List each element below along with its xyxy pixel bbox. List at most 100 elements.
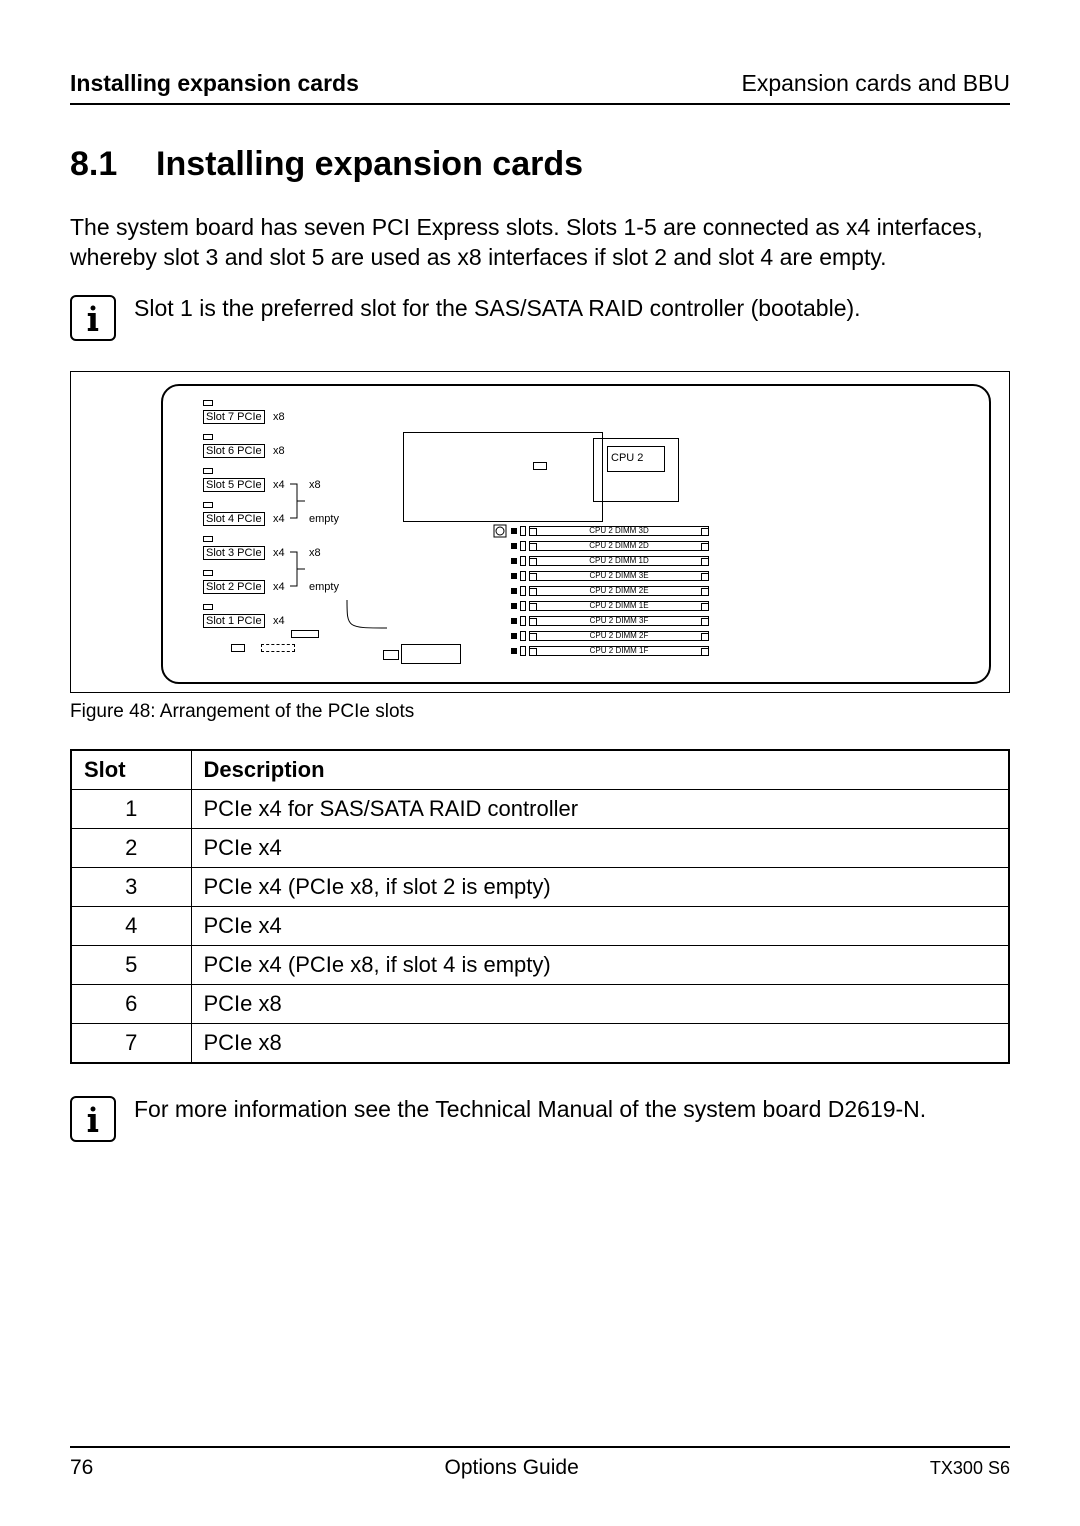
cell-desc: PCIe x8 [191,984,1009,1023]
footer-center: Options Guide [445,1456,579,1480]
figure-frame: Slot 7 PCIe x8 Slot 6 PCIe x8 Slot 5 PCI… [70,371,1010,693]
footer-right: TX300 S6 [930,1458,1010,1479]
conn-rect-2 [231,644,245,652]
page-footer: 76 Options Guide TX300 S6 [70,1446,1010,1480]
slot6-key [203,434,213,440]
header-left: Installing expansion cards [70,70,359,97]
intro-paragraph: The system board has seven PCI Express s… [70,212,1010,273]
dimm-led [511,648,517,654]
cell-slot: 6 [71,984,191,1023]
cell-slot: 2 [71,828,191,867]
dimm-row: CPU 2 DIMM 2E [511,586,709,596]
slot3-anno: x8 [309,547,321,559]
dimm-slot: CPU 2 DIMM 2D [529,541,709,551]
cpu2-label: CPU 2 [611,452,643,464]
dimm-led [511,633,517,639]
dimm-tab [520,541,526,551]
dimm-row: CPU 2 DIMM 3F [511,616,709,626]
conn-rect-3 [261,644,295,652]
board-outline: Slot 7 PCIe x8 Slot 6 PCIe x8 Slot 5 PCI… [161,384,991,684]
table-row: 1PCIe x4 for SAS/SATA RAID controller [71,789,1009,828]
dimm-tab [520,616,526,626]
slot5-key [203,468,213,474]
table-row: 3PCIe x4 (PCIe x8, if slot 2 is empty) [71,867,1009,906]
cpu-small-1 [533,462,547,470]
cell-slot: 5 [71,945,191,984]
table-row: 6PCIe x8 [71,984,1009,1023]
conn-rect-1 [291,630,319,638]
slot5-anno: x8 [309,479,321,491]
cell-slot: 7 [71,1023,191,1063]
info-text-1: Slot 1 is the preferred slot for the SAS… [134,293,861,341]
dimm-led [511,603,517,609]
dimm-led [511,618,517,624]
dimm-row: CPU 2 DIMM 3D [511,526,709,536]
cell-desc: PCIe x4 [191,828,1009,867]
dimm-row: CPU 2 DIMM 1F [511,646,709,656]
slot2-key [203,570,213,576]
slot2-anno: empty [309,581,339,593]
cell-desc: PCIe x8 [191,1023,1009,1063]
slot1-key [203,604,213,610]
slot5-label: Slot 5 PCIe [203,478,265,493]
slot3-lanes: x4 [273,547,285,559]
dimm-tab [520,586,526,596]
slot2-label: Slot 2 PCIe [203,580,265,595]
slot6-label: Slot 6 PCIe [203,444,265,459]
dimm-tab [520,631,526,641]
slot1-label: Slot 1 PCIe [203,614,265,629]
dimm-tab [520,571,526,581]
cpu-region [403,432,603,522]
info-icon [70,295,116,341]
slot2-lanes: x4 [273,581,285,593]
table-row: 2PCIe x4 [71,828,1009,867]
slot7-key [203,400,213,406]
slot-table: Slot Description 1PCIe x4 for SAS/SATA R… [70,749,1010,1064]
dimm-slot: CPU 2 DIMM 1E [529,601,709,611]
dimm-slot: CPU 2 DIMM 3E [529,571,709,581]
dimm-tab [520,646,526,656]
conn-rect-5 [401,644,461,664]
cell-slot: 1 [71,789,191,828]
dimm-led [511,558,517,564]
dimm-led [511,543,517,549]
dimm-row: CPU 2 DIMM 2F [511,631,709,641]
dimm-tab [520,526,526,536]
dimm-tab [520,601,526,611]
footer-page: 76 [70,1456,93,1480]
table-row: 4PCIe x4 [71,906,1009,945]
header-right: Expansion cards and BBU [742,70,1011,97]
dimm-slot: CPU 2 DIMM 1F [529,646,709,656]
table-row: 7PCIe x8 [71,1023,1009,1063]
section-number: 8.1 [70,145,156,184]
dimm-led [511,588,517,594]
cell-slot: 4 [71,906,191,945]
dimm-slot: CPU 2 DIMM 3F [529,616,709,626]
slot4-key [203,502,213,508]
dimm-slot: CPU 2 DIMM 2F [529,631,709,641]
slot6-lanes: x8 [273,445,285,457]
cell-desc: PCIe x4 (PCIe x8, if slot 4 is empty) [191,945,1009,984]
info-text-2: For more information see the Technical M… [134,1094,926,1142]
dimm-led [511,573,517,579]
slot1-lanes: x4 [273,615,285,627]
figure-caption: Figure 48: Arrangement of the PCIe slots [70,701,1010,723]
slot3-key [203,536,213,542]
section-title: Installing expansion cards [156,145,583,183]
table-row: 5PCIe x4 (PCIe x8, if slot 4 is empty) [71,945,1009,984]
page-header: Installing expansion cards Expansion car… [70,70,1010,105]
cell-desc: PCIe x4 for SAS/SATA RAID controller [191,789,1009,828]
dimm-led [511,528,517,534]
slot4-anno: empty [309,513,339,525]
dimm-slot: CPU 2 DIMM 3D [529,526,709,536]
dimm-row: CPU 2 DIMM 3E [511,571,709,581]
th-slot: Slot [71,750,191,790]
slot3-label: Slot 3 PCIe [203,546,265,561]
info-icon [70,1096,116,1142]
slot7-label: Slot 7 PCIe [203,410,265,425]
slot5-lanes: x4 [273,479,285,491]
th-desc: Description [191,750,1009,790]
info-note-1: Slot 1 is the preferred slot for the SAS… [70,293,1010,341]
slot7-lanes: x8 [273,411,285,423]
dimm-tab [520,556,526,566]
